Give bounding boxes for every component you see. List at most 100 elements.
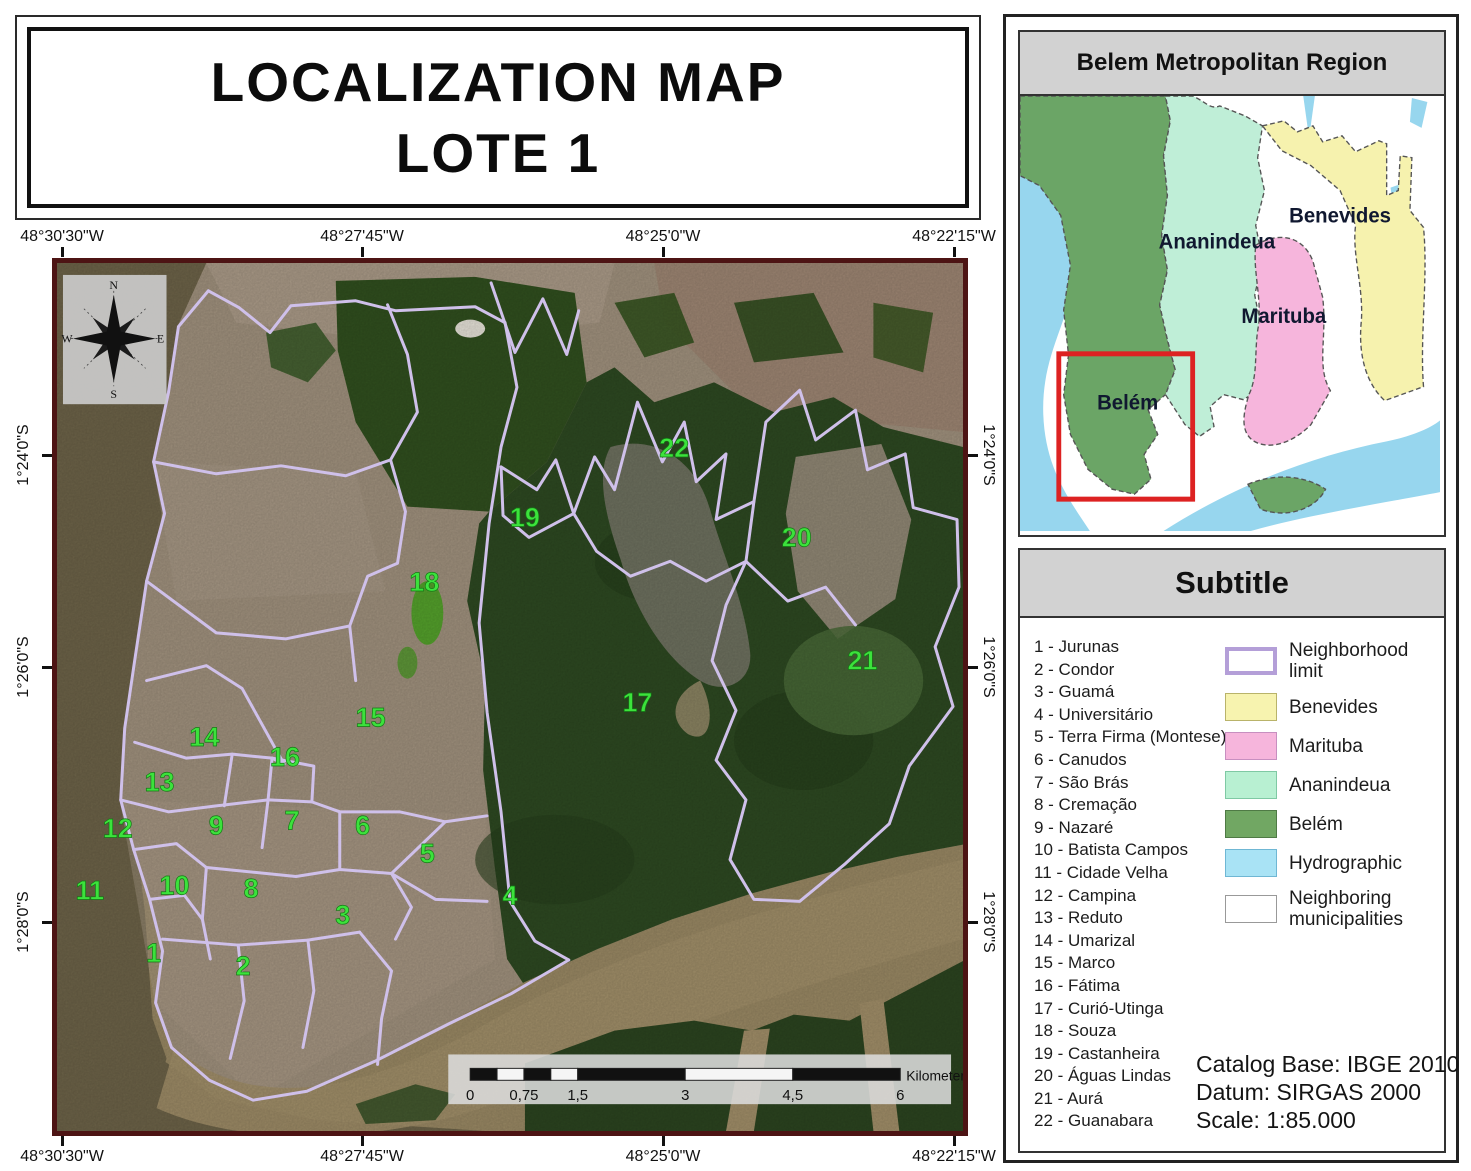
inset-label-ananindeua: Ananindeua <box>1159 230 1276 253</box>
legend-swatch <box>1225 771 1277 799</box>
neighborhood-number-22: 22 <box>659 433 689 463</box>
legend-content: 1 - Jurunas2 - Condor3 - Guamá4 - Univer… <box>1020 618 1444 1149</box>
latitude-tick-right <box>968 454 978 457</box>
longitude-label-top: 48°22'15"W <box>912 228 996 246</box>
longitude-label-top: 48°30'30"W <box>20 228 104 246</box>
longitude-tick-bottom <box>61 1136 64 1146</box>
noise-texture <box>57 263 963 1131</box>
legend-item-8: 8 - Cremação <box>1034 794 1226 817</box>
inset-map-box: Belem Metropolitan Region <box>1018 30 1446 537</box>
legend-swatch-row: Neighborhood limit <box>1225 640 1429 682</box>
neighborhood-number-4: 4 <box>503 880 518 910</box>
scale-tick-1,5: 1,5 <box>567 1087 588 1104</box>
neighborhood-number-18: 18 <box>409 567 439 597</box>
scale-tick-6: 6 <box>896 1087 904 1104</box>
legend-swatch-row: Hydrographic <box>1225 849 1429 877</box>
scale-bar: 00,751,534,56Kilometers <box>448 1054 963 1104</box>
legend-box: Subtitle 1 - Jurunas2 - Condor3 - Guamá4… <box>1018 548 1446 1153</box>
neighborhood-number-14: 14 <box>189 722 219 752</box>
legend-swatch-label: Benevides <box>1289 697 1378 718</box>
legend-item-12: 12 - Campina <box>1034 885 1226 908</box>
scale-tick-0: 0 <box>466 1087 474 1104</box>
compass-rose: NSWE <box>61 275 166 404</box>
neighborhood-number-19: 19 <box>510 502 540 532</box>
map-title-line1: LOCALIZATION MAP <box>211 52 786 113</box>
legend-item-1: 1 - Jurunas <box>1034 636 1226 659</box>
legend-swatch-label: Hydrographic <box>1289 853 1402 874</box>
inset-label-benevides: Benevides <box>1289 204 1391 227</box>
compass-w: W <box>61 332 73 346</box>
legend-item-14: 14 - Umarizal <box>1034 930 1226 953</box>
inset-map-header: Belem Metropolitan Region <box>1020 32 1444 96</box>
neighborhood-number-16: 16 <box>270 742 300 772</box>
neighborhood-number-10: 10 <box>160 870 190 900</box>
legend-item-17: 17 - Curió-Utinga <box>1034 998 1226 1021</box>
neighborhood-number-6: 6 <box>355 811 370 841</box>
legend-item-18: 18 - Souza <box>1034 1020 1226 1043</box>
neighborhood-number-17: 17 <box>622 687 652 717</box>
neighborhood-number-13: 13 <box>145 767 175 797</box>
legend-item-11: 11 - Cidade Velha <box>1034 862 1226 885</box>
compass-n: N <box>109 278 118 292</box>
neighborhood-number-7: 7 <box>284 806 299 836</box>
longitude-label-top: 48°27'45"W <box>320 228 404 246</box>
inset-label-belém: Belém <box>1097 391 1158 414</box>
neighborhood-number-2: 2 <box>236 951 251 981</box>
legend-swatch-row: Ananindeua <box>1225 771 1429 799</box>
longitude-tick-bottom <box>662 1136 665 1146</box>
latitude-tick-left <box>42 666 52 669</box>
catalog-line-2: Datum: SIRGAS 2000 <box>1196 1078 1459 1106</box>
longitude-tick-top <box>953 247 956 257</box>
legend-item-10: 10 - Batista Campos <box>1034 839 1226 862</box>
localization-map-figure: LOCALIZATION MAP LOTE 1 <box>0 0 1471 1171</box>
longitude-label-bottom: 48°22'15"W <box>912 1148 996 1166</box>
scale-tick-3: 3 <box>681 1087 689 1104</box>
neighborhood-number-11: 11 <box>76 875 104 905</box>
legend-swatch <box>1225 647 1277 675</box>
legend-item-3: 3 - Guamá <box>1034 681 1226 704</box>
inset-label-marituba: Marituba <box>1241 305 1326 328</box>
legend-swatch <box>1225 895 1277 923</box>
legend-item-9: 9 - Nazaré <box>1034 817 1226 840</box>
legend-item-13: 13 - Reduto <box>1034 907 1226 930</box>
latitude-label-left: 1°28'0"S <box>15 891 33 952</box>
legend-swatch-label: Marituba <box>1289 736 1363 757</box>
legend-swatch-row: Marituba <box>1225 732 1429 760</box>
legend-swatch <box>1225 732 1277 760</box>
main-map: 12345678910111213141516171819202122 NSWE <box>52 258 968 1136</box>
latitude-tick-left <box>42 921 52 924</box>
legend-item-6: 6 - Canudos <box>1034 749 1226 772</box>
latitude-label-right: 1°28'0"S <box>979 891 997 952</box>
legend-swatch-label: Ananindeua <box>1289 775 1390 796</box>
longitude-tick-bottom <box>953 1136 956 1146</box>
latitude-tick-right <box>968 666 978 669</box>
legend-swatch <box>1225 693 1277 721</box>
scale-unit: Kilometers <box>906 1067 963 1083</box>
neighborhood-number-20: 20 <box>782 522 812 552</box>
legend-item-4: 4 - Universitário <box>1034 704 1226 727</box>
longitude-label-bottom: 48°30'30"W <box>20 1148 104 1166</box>
catalog-line-1: Catalog Base: IBGE 2010 <box>1196 1050 1459 1078</box>
legend-swatch <box>1225 810 1277 838</box>
longitude-tick-top <box>662 247 665 257</box>
title-box: LOCALIZATION MAP LOTE 1 <box>15 15 981 220</box>
catalog-info: Catalog Base: IBGE 2010Datum: SIRGAS 200… <box>1196 1050 1459 1134</box>
latitude-label-left: 1°26'0"S <box>15 636 33 697</box>
map-title-line2: LOTE 1 <box>396 123 601 184</box>
legend-item-16: 16 - Fátima <box>1034 975 1226 998</box>
neighborhood-number-21: 21 <box>847 646 877 676</box>
longitude-label-top: 48°25'0"W <box>626 228 701 246</box>
longitude-label-bottom: 48°25'0"W <box>626 1148 701 1166</box>
neighborhood-number-15: 15 <box>356 702 386 732</box>
scale-tick-0,75: 0,75 <box>509 1087 538 1104</box>
legend-item-5: 5 - Terra Firma (Montese) <box>1034 726 1226 749</box>
title-inner-frame: LOCALIZATION MAP LOTE 1 <box>27 27 969 208</box>
neighborhood-number-9: 9 <box>209 811 224 841</box>
legend-item-2: 2 - Condor <box>1034 659 1226 682</box>
legend-item-7: 7 - São Brás <box>1034 772 1226 795</box>
legend-header: Subtitle <box>1020 550 1444 618</box>
longitude-tick-bottom <box>361 1136 364 1146</box>
compass-e: E <box>157 332 164 346</box>
legend-swatch-label: Neighborhood limit <box>1289 640 1429 682</box>
longitude-tick-top <box>361 247 364 257</box>
